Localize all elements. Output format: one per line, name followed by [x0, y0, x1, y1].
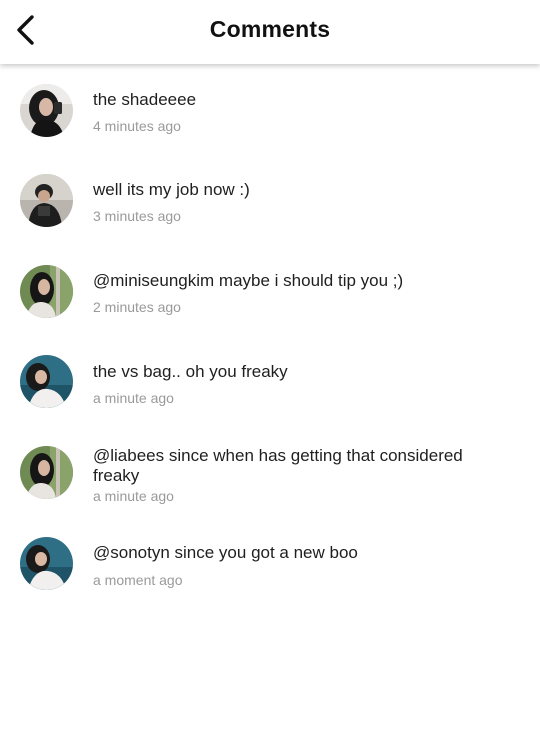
page-title: Comments	[209, 16, 331, 42]
comment-text: @miniseungkim maybe i should tip you ;)	[93, 271, 404, 290]
avatar[interactable]	[20, 446, 73, 499]
avatar[interactable]	[20, 537, 73, 590]
comment-text: @sonotyn since you got a new boo	[93, 543, 358, 562]
comment-timestamp: a minute ago	[93, 390, 174, 406]
avatar[interactable]	[20, 84, 73, 137]
comment-timestamp: 2 minutes ago	[93, 299, 181, 315]
avatar[interactable]	[20, 174, 73, 227]
comment-timestamp: 3 minutes ago	[93, 208, 181, 224]
comment-text: @liabees since when has getting that con…	[93, 446, 463, 485]
avatar[interactable]	[20, 355, 73, 408]
comment-text: the shadeeee	[93, 90, 197, 109]
header-bar: Comments	[0, 0, 540, 64]
comment-timestamp: a moment ago	[93, 572, 183, 588]
comment-text: well its my job now :)	[93, 180, 250, 199]
comment-timestamp: 4 minutes ago	[93, 118, 181, 134]
comment-timestamp: a minute ago	[93, 488, 174, 504]
comment-text: the vs bag.. oh you freaky	[93, 362, 288, 381]
avatar[interactable]	[20, 265, 73, 318]
